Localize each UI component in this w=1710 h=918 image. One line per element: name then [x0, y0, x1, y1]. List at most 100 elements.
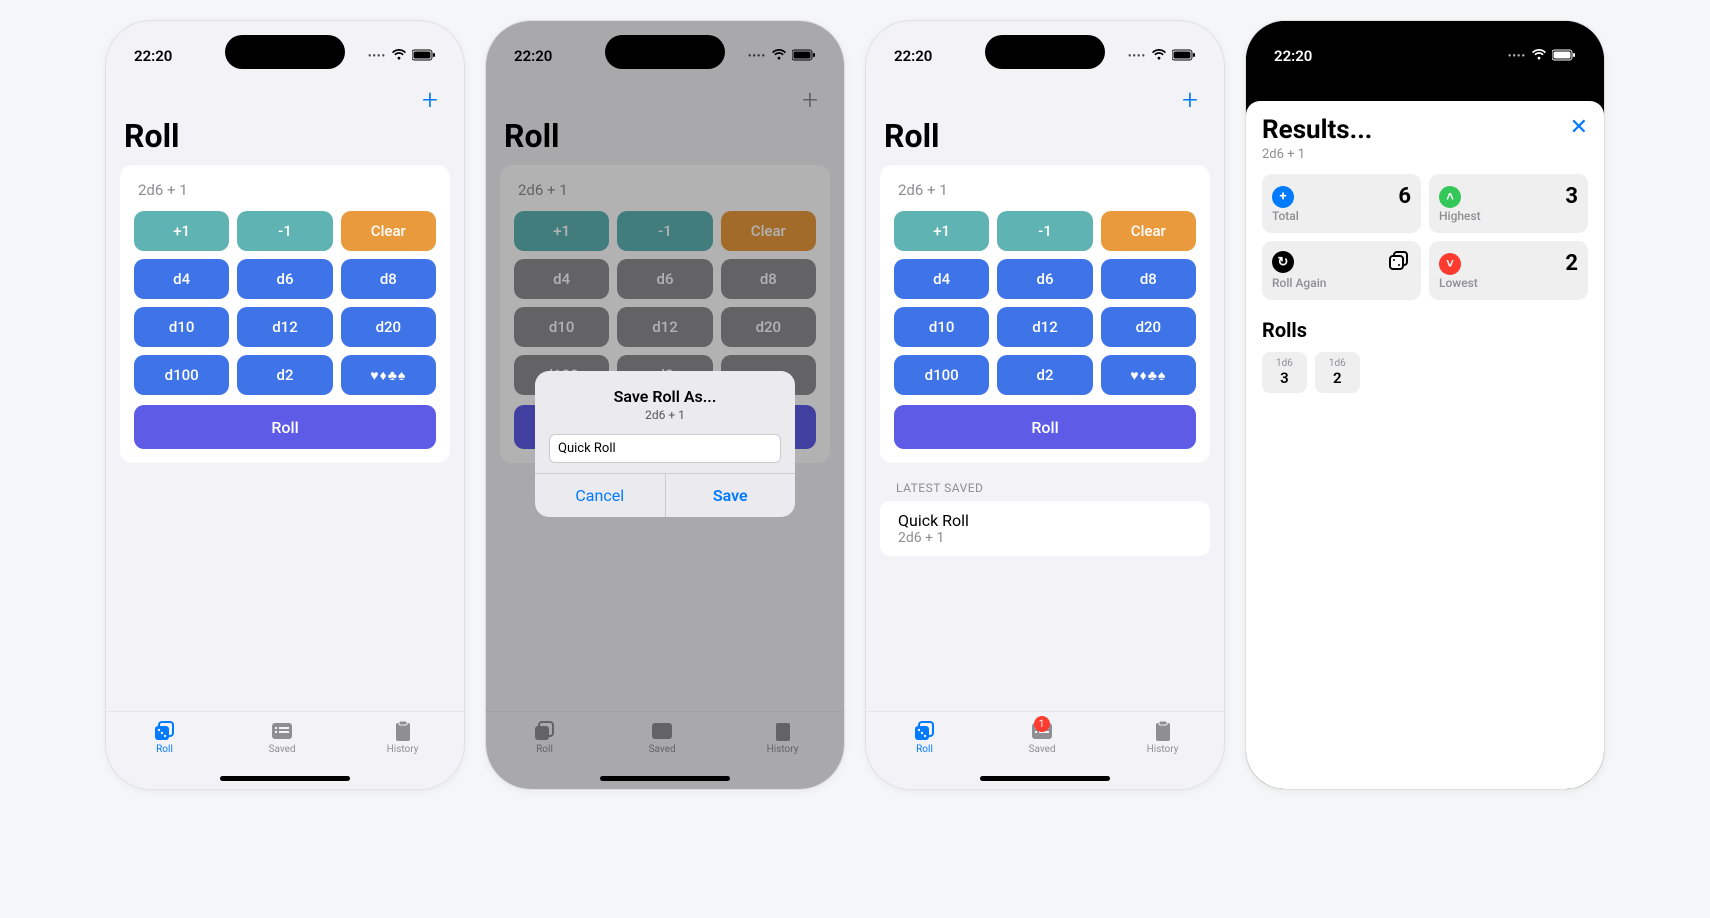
dice-row-3: d100 d2 ♥♦♣♠ [894, 355, 1196, 395]
dice-icon [912, 720, 938, 742]
roll-button[interactable]: Roll [894, 405, 1196, 449]
d20-button[interactable]: d20 [341, 307, 436, 347]
screen-content: + Roll 2d6 + 1 +1 -1 Clear d4 d6 d8 d10 … [106, 77, 464, 789]
roll-chip-value: 3 [1276, 369, 1293, 387]
tab-saved-label: Saved [1029, 744, 1056, 755]
roll-chip: 1d6 2 [1315, 352, 1360, 393]
tab-history[interactable]: History [1147, 720, 1179, 755]
plus1-button[interactable]: +1 [134, 211, 229, 251]
highest-label: Highest [1439, 209, 1578, 223]
phone-saved-screen: 22:20 •••• + Roll 2d6 + 1 +1 -1 Clear d4… [865, 20, 1225, 790]
add-button[interactable]: + [1172, 81, 1208, 117]
total-label: Total [1272, 209, 1411, 223]
roll-card: 2d6 + 1 +1 -1 Clear d4 d6 d8 d10 d12 d20… [120, 165, 450, 463]
roll-card: 2d6 + 1 +1 -1 Clear d4 d6 d8 d10 d12 d20… [880, 165, 1210, 463]
save-button[interactable]: Save [665, 474, 796, 517]
results-header: Results... 2d6 + 1 ✕ [1262, 115, 1588, 162]
device-notch [1325, 21, 1525, 51]
d10-button[interactable]: d10 [894, 307, 989, 347]
tab-roll[interactable]: Roll [152, 720, 178, 755]
phone-save-dialog: 22:20 •••• + Roll 2d6 + 1 +1 -1 Clear d4… [485, 20, 845, 790]
roll-name-input[interactable] [549, 434, 781, 463]
d8-button[interactable]: d8 [341, 259, 436, 299]
saved-roll-formula: 2d6 + 1 [898, 530, 1192, 546]
minus1-button[interactable]: -1 [997, 211, 1092, 251]
suits-button[interactable]: ♥♦♣♠ [341, 355, 436, 395]
status-indicators: •••• [368, 47, 436, 65]
battery-icon [1172, 47, 1196, 65]
chevron-up-icon: ˄ [1439, 186, 1461, 208]
lowest-value: 2 [1565, 251, 1578, 276]
minus1-button[interactable]: -1 [237, 211, 332, 251]
status-indicators: •••• [1508, 47, 1576, 65]
tab-bar: Roll 1 Saved History [866, 711, 1224, 789]
roll-button[interactable]: Roll [134, 405, 436, 449]
plus1-button[interactable]: +1 [894, 211, 989, 251]
clear-button[interactable]: Clear [341, 211, 436, 251]
roll-chip: 1d6 3 [1262, 352, 1307, 393]
status-indicators: •••• [1128, 47, 1196, 65]
dice-row-2: d10 d12 d20 [894, 307, 1196, 347]
d20-button[interactable]: d20 [1101, 307, 1196, 347]
tab-roll[interactable]: Roll [912, 720, 938, 755]
save-alert: Save Roll As... 2d6 + 1 Cancel Save [535, 371, 795, 517]
roll-again-card[interactable]: ↻ Roll Again [1262, 241, 1421, 300]
refresh-icon: ↻ [1272, 251, 1294, 273]
roll-again-label: Roll Again [1272, 276, 1411, 290]
tab-saved[interactable]: Saved [269, 720, 296, 755]
wifi-icon [1531, 47, 1547, 65]
page-title: Roll [866, 117, 1224, 165]
cellular-icon: •••• [1508, 51, 1526, 62]
saved-badge: 1 [1034, 716, 1050, 732]
tab-history[interactable]: History [387, 720, 419, 755]
results-title: Results... [1262, 115, 1372, 145]
chevron-down-icon: ˅ [1439, 253, 1461, 275]
dice-row-1: d4 d6 d8 [894, 259, 1196, 299]
roll-chips: 1d6 3 1d6 2 [1262, 352, 1588, 393]
d100-button[interactable]: d100 [134, 355, 229, 395]
clear-button[interactable]: Clear [1101, 211, 1196, 251]
close-button[interactable]: ✕ [1570, 115, 1588, 140]
list-icon [269, 720, 295, 742]
d2-button[interactable]: d2 [997, 355, 1092, 395]
lowest-label: Lowest [1439, 276, 1578, 290]
section-header-saved: LATEST SAVED [866, 463, 1224, 501]
dice-icon [1389, 251, 1411, 275]
device-notch [985, 35, 1105, 69]
nav-bar: + [866, 77, 1224, 117]
d12-button[interactable]: d12 [237, 307, 332, 347]
alert-title: Save Roll As... [549, 387, 781, 406]
cellular-icon: •••• [1128, 51, 1146, 62]
nav-bar: + [106, 77, 464, 117]
clipboard-icon [390, 720, 416, 742]
d4-button[interactable]: d4 [894, 259, 989, 299]
tab-history-label: History [1147, 744, 1179, 755]
d12-button[interactable]: d12 [997, 307, 1092, 347]
d6-button[interactable]: d6 [237, 259, 332, 299]
clipboard-icon [1150, 720, 1176, 742]
d10-button[interactable]: d10 [134, 307, 229, 347]
results-sheet: Results... 2d6 + 1 ✕ + 6 Total ˄ 3 Highe… [1246, 101, 1604, 789]
cancel-button[interactable]: Cancel [535, 474, 665, 517]
d8-button[interactable]: d8 [1101, 259, 1196, 299]
d4-button[interactable]: d4 [134, 259, 229, 299]
lowest-card[interactable]: ˅ 2 Lowest [1429, 241, 1588, 300]
modifier-row: +1 -1 Clear [894, 211, 1196, 251]
dice-row-2: d10 d12 d20 [134, 307, 436, 347]
total-value: 6 [1398, 184, 1411, 209]
tab-saved[interactable]: 1 Saved [1029, 720, 1056, 755]
phone-results-screen: 22:20 •••• Results... 2d6 + 1 ✕ + 6 Tota… [1245, 20, 1605, 790]
highest-card[interactable]: ˄ 3 Highest [1429, 174, 1588, 233]
suits-button[interactable]: ♥♦♣♠ [1101, 355, 1196, 395]
d100-button[interactable]: d100 [894, 355, 989, 395]
total-card[interactable]: + 6 Total [1262, 174, 1421, 233]
add-button[interactable]: + [412, 81, 448, 117]
plus-icon: + [1272, 186, 1294, 208]
d6-button[interactable]: d6 [997, 259, 1092, 299]
page-title: Roll [106, 117, 464, 165]
status-time: 22:20 [894, 47, 932, 65]
d2-button[interactable]: d2 [237, 355, 332, 395]
tab-roll-label: Roll [156, 744, 173, 755]
saved-roll-row[interactable]: Quick Roll 2d6 + 1 [880, 501, 1210, 556]
roll-chip-label: 1d6 [1276, 358, 1293, 369]
